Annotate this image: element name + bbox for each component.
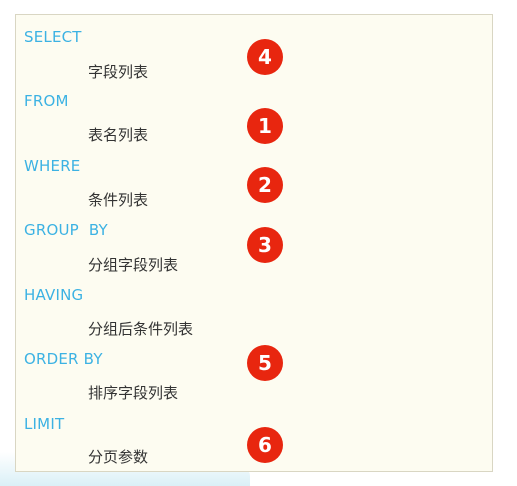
keyword-where: WHERE — [24, 157, 81, 175]
order-badge-where: 2 — [247, 167, 283, 203]
description-select: 字段列表 — [88, 63, 149, 81]
description-order-by: 排序字段列表 — [88, 384, 179, 402]
order-badge-limit: 6 — [247, 427, 283, 463]
description-having: 分组后条件列表 — [88, 320, 194, 338]
keyword-select: SELECT — [24, 28, 82, 46]
order-badge-group-by: 3 — [247, 227, 283, 263]
description-from: 表名列表 — [88, 126, 149, 144]
stage: SELECT 字段列表 4 FROM 表名列表 1 WHERE 条件列表 2 G… — [0, 0, 517, 486]
description-limit: 分页参数 — [88, 448, 149, 466]
order-badge-from: 1 — [247, 108, 283, 144]
keyword-limit: LIMIT — [24, 415, 65, 433]
order-badge-select: 4 — [247, 39, 283, 75]
keyword-from: FROM — [24, 92, 69, 110]
keyword-having: HAVING — [24, 286, 84, 304]
order-badge-order-by: 5 — [247, 345, 283, 381]
description-where: 条件列表 — [88, 191, 149, 209]
description-group-by: 分组字段列表 — [88, 256, 179, 274]
keyword-group-by: GROUP BY — [24, 221, 108, 239]
keyword-order-by: ORDER BY — [24, 350, 103, 368]
